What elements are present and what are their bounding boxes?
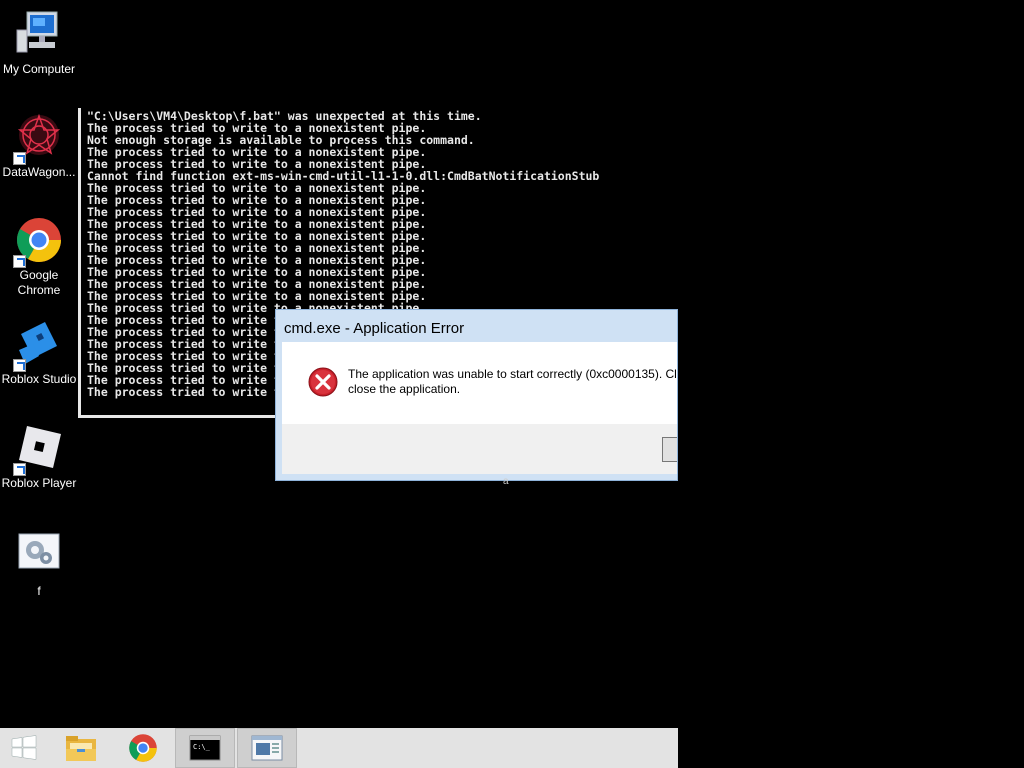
stray-text: a <box>503 476 509 487</box>
taskbar-file-explorer[interactable] <box>51 728 111 768</box>
datawagon-icon <box>13 113 63 165</box>
desktop-icon-label: Roblox Player <box>1 476 77 490</box>
desktop-icon-datawagon[interactable]: DataWagon... <box>0 113 78 180</box>
roblox-player-icon <box>13 424 63 476</box>
dialog-footer <box>282 424 677 474</box>
taskbar: C:\_ <box>0 728 678 768</box>
svg-text:C:\_: C:\_ <box>193 743 211 751</box>
shortcut-arrow-icon <box>13 463 26 476</box>
desktop-icon-label: Google Chrome <box>17 268 61 297</box>
dialog-title: cmd.exe - Application Error <box>284 320 465 337</box>
dialog-message-line1: The application was unable to start corr… <box>348 367 677 381</box>
desktop-icon-label: DataWagon... <box>2 165 76 179</box>
shortcut-arrow-icon <box>13 255 26 268</box>
ok-button[interactable] <box>662 437 677 462</box>
desktop-icon-label: Roblox Studio <box>1 372 77 386</box>
chrome-icon <box>129 734 157 762</box>
desktop-icon-google-chrome[interactable]: Google Chrome <box>0 216 78 298</box>
dialog-message-line2: close the application. <box>348 382 461 396</box>
roblox-studio-icon <box>13 320 63 372</box>
windows-logo-icon <box>11 735 37 760</box>
start-button[interactable] <box>0 728 48 768</box>
taskbar-command-prompt[interactable]: C:\_ <box>175 728 235 768</box>
folder-icon <box>66 736 96 761</box>
desktop-icon-roblox-studio[interactable]: Roblox Studio <box>0 320 78 387</box>
batch-file-icon <box>15 532 63 580</box>
computer-icon <box>15 10 63 58</box>
desktop-icon-label: My Computer <box>2 62 76 76</box>
shortcut-arrow-icon <box>13 152 26 165</box>
application-error-dialog[interactable]: cmd.exe - Application Error The applicat… <box>275 309 678 481</box>
desktop-icon-my-computer[interactable]: My Computer <box>0 10 78 77</box>
window-icon <box>251 735 283 761</box>
dialog-message: The application was unable to start corr… <box>348 367 677 397</box>
taskbar-chrome[interactable] <box>113 728 173 768</box>
chrome-icon <box>13 216 63 268</box>
error-icon <box>308 367 338 397</box>
desktop-icon-label: f <box>37 584 41 598</box>
desktop-icon-f[interactable]: f <box>0 532 78 599</box>
shortcut-arrow-icon <box>13 359 26 372</box>
cmd-icon: C:\_ <box>189 735 221 761</box>
taskbar-batch-window[interactable] <box>237 728 297 768</box>
desktop-icon-roblox-player[interactable]: Roblox Player <box>0 424 78 491</box>
